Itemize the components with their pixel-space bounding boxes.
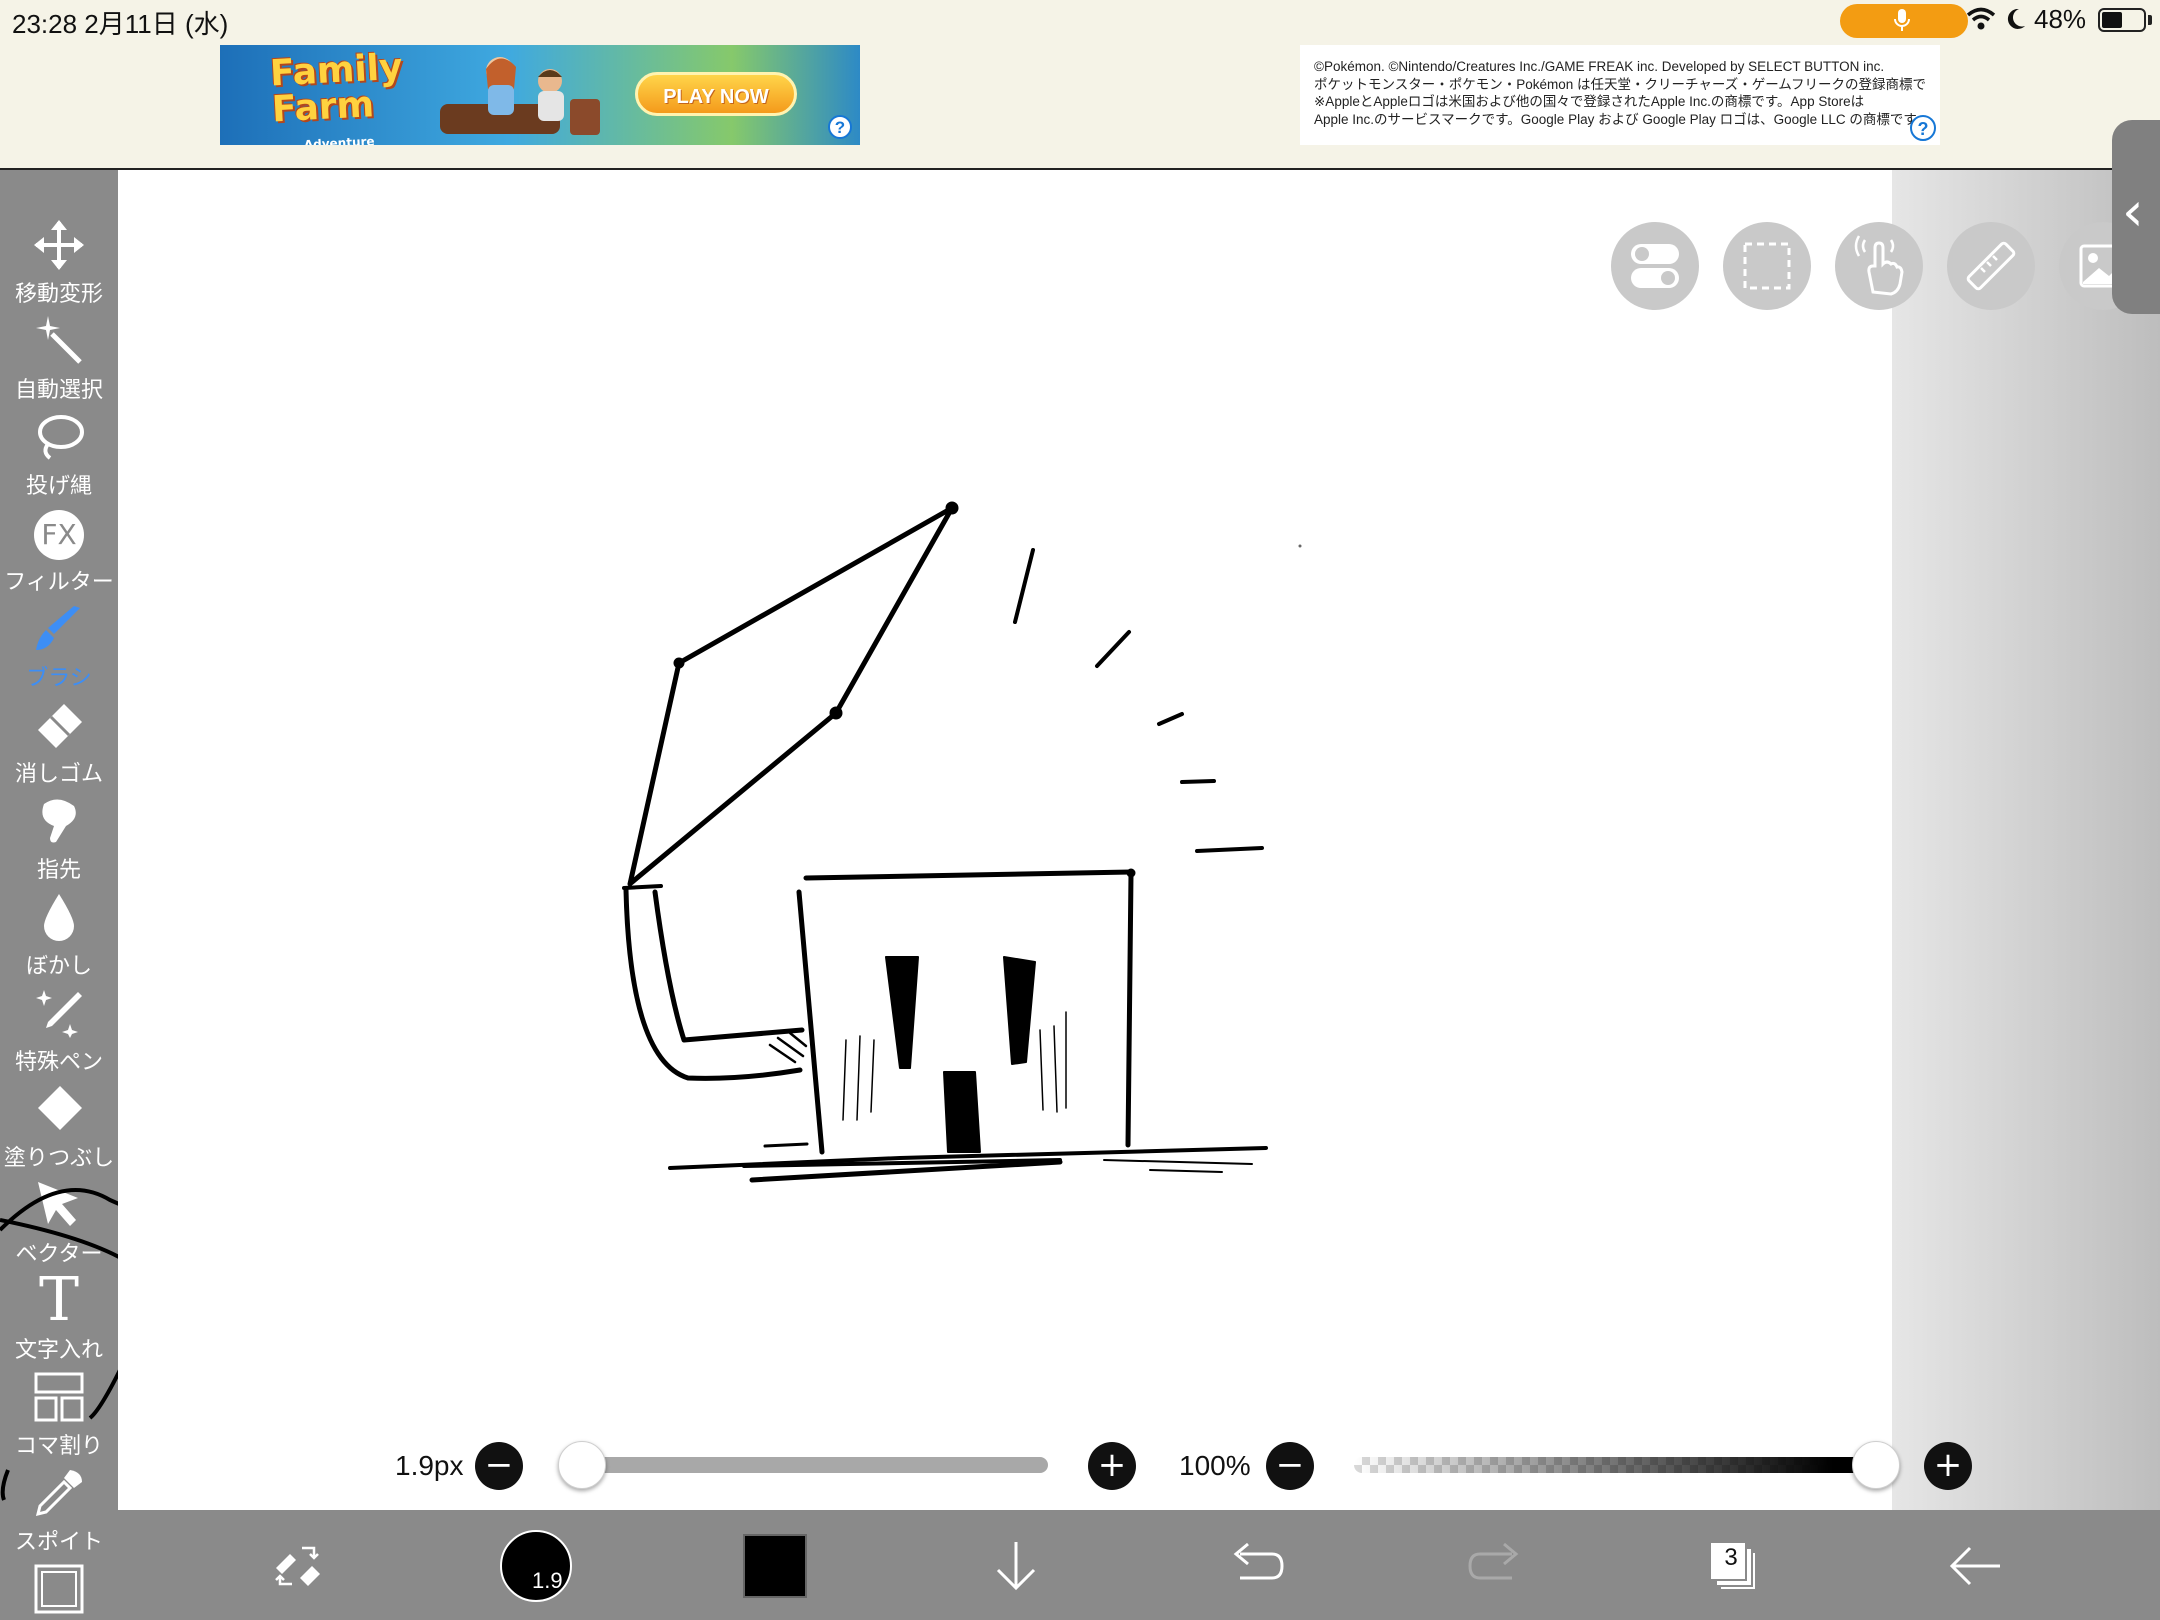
status-bar: 23:28 2月11日 (水) 48% [0, 0, 2160, 40]
recording-dot [1942, 14, 1956, 28]
legal-line: ©Pokémon. ©Nintendo/Creatures Inc./GAME … [1314, 59, 1885, 74]
opacity-decrease-button[interactable]: − [1266, 1442, 1314, 1490]
bottom-toolbar [118, 1510, 2160, 1620]
canvas-outside-area [1892, 170, 2160, 1510]
color-picker-button[interactable] [743, 1534, 807, 1598]
brush-eraser-swap-icon[interactable] [270, 1538, 326, 1594]
hand-tap-icon [1854, 235, 1904, 296]
opacity-slider-knob[interactable] [1852, 1441, 1900, 1489]
size-increase-button[interactable]: + [1088, 1442, 1136, 1490]
ad-logo-sub: Adventure [303, 134, 375, 145]
ad-help-icon[interactable]: ? [828, 115, 852, 139]
ad-play-now-button[interactable]: PLAY NOW [635, 72, 797, 116]
ad-logo: Family Farm Adventure [269, 47, 407, 145]
ad-illustration [440, 57, 600, 135]
size-slider-knob[interactable] [558, 1441, 606, 1489]
touch-gesture-button[interactable] [1835, 222, 1923, 310]
tool-sidebar: 移動変形 自動選択 投げ縄 FX フィルター ブラシ 消しゴム 指先 ぼかし 特… [0, 170, 118, 1620]
opacity-slider[interactable] [1354, 1457, 1874, 1473]
legal-line: ※AppleとAppleロゴは米国および他の国々で登録されたApple Inc.… [1314, 94, 1865, 109]
stray-stroke-overlay [0, 1188, 118, 1501]
drawing-canvas[interactable] [118, 170, 1892, 1510]
opacity-label: 100% [1179, 1450, 1251, 1481]
redo-icon[interactable] [1466, 1538, 1526, 1594]
toggle-switches-icon [1631, 244, 1679, 288]
battery-icon [2098, 8, 2146, 32]
battery-tip [2148, 15, 2152, 25]
layer-count: 3 [1724, 1544, 1738, 1571]
toggle-settings-button[interactable] [1611, 222, 1699, 310]
status-time: 23:28 2月11日 (水) [12, 9, 229, 39]
legal-line: Apple Inc.のサービスマークです。Google Play および Goo… [1314, 111, 1926, 127]
side-panel-tab[interactable]: ‹ [2112, 120, 2160, 314]
ad-banner[interactable]: Family Farm Adventure PLAY NOW ? [220, 45, 860, 145]
dashed-selection-icon [1743, 242, 1791, 290]
brush-size-slider[interactable] [582, 1457, 1048, 1473]
legal-line: ポケットモンスター・ポケモン・Pokémon は任天堂・クリーチャーズ・ゲームフ… [1314, 76, 1926, 92]
ruler-icon [1966, 241, 2016, 291]
legal-notice: ©Pokémon. ©Nintendo/Creatures Inc./GAME … [1300, 45, 1940, 145]
wifi-icon [1966, 7, 1996, 30]
opacity-increase-button[interactable]: + [1924, 1442, 1972, 1490]
back-arrow-icon[interactable] [1946, 1538, 2006, 1594]
legal-help-icon[interactable]: ? [1910, 115, 1936, 141]
ruler-button[interactable] [1947, 222, 2035, 310]
undo-icon[interactable] [1226, 1538, 1286, 1594]
battery-percent: 48% [2034, 4, 2087, 34]
size-decrease-button[interactable]: − [475, 1442, 523, 1490]
brush-settings-button[interactable]: 1.9 [500, 1530, 572, 1602]
arrow-down-icon[interactable] [986, 1536, 1046, 1596]
moon-icon [2007, 8, 2025, 29]
selection-button[interactable] [1723, 222, 1811, 310]
sketch-drawing [622, 501, 1302, 1183]
brush-size-label: 1.9px [395, 1450, 464, 1481]
brush-size-readout: 1.9 [532, 1568, 563, 1593]
chevron-left-icon: ‹ [2122, 180, 2144, 243]
microphone-icon [1894, 9, 1910, 31]
